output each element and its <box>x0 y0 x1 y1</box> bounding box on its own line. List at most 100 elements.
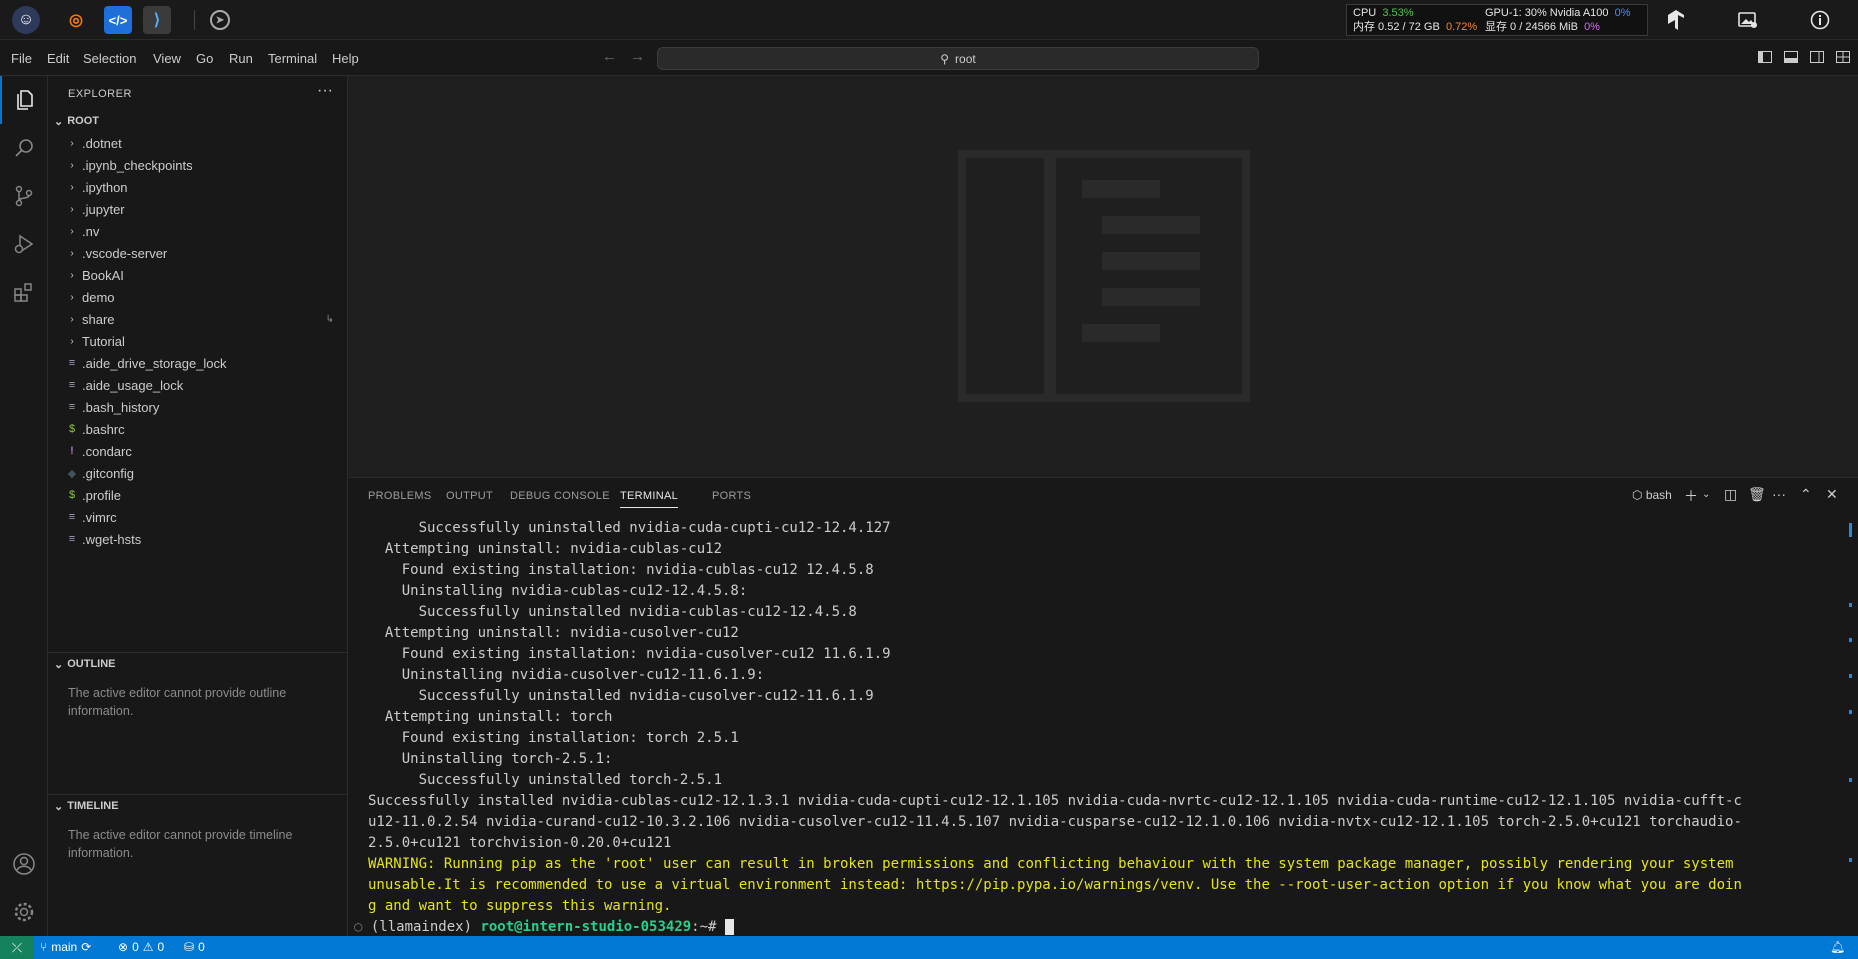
cpu-value: 3.53% <box>1382 7 1414 19</box>
tree-file[interactable]: $ .profile <box>48 484 348 506</box>
tree-folder[interactable]: › .vscode-server <box>48 242 348 264</box>
vram-value: 0% <box>1584 21 1600 33</box>
tab-output[interactable]: OUTPUT <box>446 490 493 502</box>
run-debug-icon[interactable] <box>0 220 48 268</box>
new-terminal-plus-icon[interactable]: ＋ <box>1684 486 1698 506</box>
prompt-env: (llamaindex) <box>370 919 473 935</box>
maximize-panel-icon[interactable]: ⌃ <box>1800 486 1812 503</box>
tree-folder[interactable]: › .ipynb_checkpoints <box>48 154 348 176</box>
chevron-down-icon[interactable]: ⌄ <box>1702 489 1710 500</box>
scroll-decoration <box>1849 638 1852 642</box>
source-control-icon[interactable] <box>0 172 48 220</box>
terminal-shell-selector[interactable]: ⬡ bash <box>1632 488 1672 502</box>
chevron-down-icon: ⌄ <box>54 115 64 128</box>
tree-file[interactable]: ≡ .wget-hsts <box>48 528 348 550</box>
tensorflow-svg <box>1668 10 1684 30</box>
git-branch-icon: ⑂ <box>40 940 48 954</box>
notifications-bell-icon[interactable]: 🔔︎ <box>1830 940 1845 954</box>
forward-arrow-icon[interactable]: → <box>630 48 645 65</box>
outline-empty-message: The active editor cannot provide outline… <box>68 686 287 718</box>
terminal-warning-line: WARNING: Running pip as the 'root' user … <box>368 856 1734 872</box>
tree-folder[interactable]: › demo <box>48 286 348 308</box>
tree-folder[interactable]: › Tutorial <box>48 330 348 352</box>
problems-indicator[interactable]: ⊗ 0 ⚠ 0 <box>118 940 164 954</box>
tree-file[interactable]: ≡ .aide_drive_storage_lock <box>48 352 348 374</box>
chevron-right-icon: › <box>70 335 74 347</box>
manage-gear-icon[interactable] <box>0 888 48 936</box>
terminal-line: Attempting uninstall: torch <box>368 709 613 725</box>
menu-go[interactable]: Go <box>196 51 213 66</box>
tree-file[interactable]: ! .condarc <box>48 440 348 462</box>
tree-folder[interactable]: › .ipython <box>48 176 348 198</box>
tree-file[interactable]: ≡ .aide_usage_lock <box>48 374 348 396</box>
terminal-output[interactable]: Successfully uninstalled nvidia-cuda-cup… <box>354 518 1828 938</box>
tree-folder[interactable]: › .jupyter <box>48 198 348 220</box>
file-icon: ≡ <box>68 511 76 523</box>
run-debug-svg <box>14 234 34 254</box>
tree-file[interactable]: $ .bashrc <box>48 418 348 440</box>
info-icon[interactable] <box>1808 8 1832 32</box>
terminal-line: Found existing installation: nvidia-cuso… <box>368 646 891 662</box>
tree-folder[interactable]: › share ↳ <box>48 308 348 330</box>
extensions-icon[interactable] <box>0 268 48 316</box>
tab-problems[interactable]: PROBLEMS <box>368 490 432 502</box>
terminal-line: Uninstalling nvidia-cublas-cu12-12.4.5.8… <box>368 583 748 599</box>
tree-folder[interactable]: › .nv <box>48 220 348 242</box>
vscode-icon[interactable]: ⟩ <box>143 6 171 34</box>
menu-view[interactable]: View <box>153 51 181 66</box>
tree-file[interactable]: ≡ .vimrc <box>48 506 348 528</box>
split-terminal-icon[interactable]: ◫ <box>1724 486 1737 503</box>
more-actions-icon[interactable]: ··· <box>317 82 333 100</box>
bottom-panel: PROBLEMS OUTPUT DEBUG CONSOLE TERMINAL P… <box>348 477 1858 936</box>
account-icon[interactable] <box>0 840 48 888</box>
tensorflow-icon[interactable] <box>1664 8 1688 32</box>
timeline-header[interactable]: ⌄ TIMELINE <box>48 795 348 817</box>
menu-bar: File Edit Selection View Go Run Terminal… <box>0 40 1858 76</box>
menu-terminal[interactable]: Terminal <box>268 51 317 66</box>
search-icon[interactable] <box>0 124 48 172</box>
remote-indicator-icon[interactable]: ⤫ <box>0 936 34 959</box>
toggle-primary-sidebar-icon[interactable] <box>1756 49 1774 65</box>
command-center-search[interactable]: ⚲ root <box>657 47 1259 70</box>
jupyter-icon[interactable]: ◎ <box>62 6 90 34</box>
tab-debug-console[interactable]: DEBUG CONSOLE <box>510 490 610 502</box>
terminal-prompt[interactable]: ○ (llamaindex) root@intern-studio-053429… <box>354 917 1828 938</box>
root-folder-header[interactable]: ⌄ ROOT <box>48 110 348 132</box>
terminal-line: Found existing installation: torch 2.5.1 <box>368 730 739 746</box>
menu-run[interactable]: Run <box>229 51 253 66</box>
back-arrow-icon[interactable]: ← <box>602 48 617 65</box>
branch-indicator[interactable]: ⑂ main ⟳ <box>40 940 91 954</box>
activity-bar <box>0 76 48 936</box>
tab-ports[interactable]: PORTS <box>712 490 751 502</box>
mem-label: 内存 0.52 / 72 GB <box>1353 21 1440 33</box>
trash-icon[interactable]: 🗑 <box>1748 486 1766 503</box>
tab-terminal[interactable]: TERMINAL <box>620 490 679 508</box>
tree-folder[interactable]: › .dotnet <box>48 132 348 154</box>
menu-selection[interactable]: Selection <box>83 51 136 66</box>
menu-file[interactable]: File <box>11 51 32 66</box>
toggle-panel-icon[interactable] <box>1782 49 1800 65</box>
image-settings-icon[interactable] <box>1736 8 1760 32</box>
scroll-decoration <box>1849 710 1852 714</box>
terminal-line: Found existing installation: nvidia-cubl… <box>368 562 874 578</box>
outline-header[interactable]: ⌄ OUTLINE <box>48 653 348 675</box>
more-actions-icon[interactable]: ··· <box>1772 486 1786 502</box>
file-tree: › .dotnet › .ipynb_checkpoints › .ipython ›… <box>48 132 348 550</box>
symlink-icon: ↳ <box>325 313 334 325</box>
tree-file[interactable]: ◆ .gitconfig <box>48 462 348 484</box>
terminal-line: Successfully installed nvidia-cublas-cu1… <box>368 793 1742 809</box>
tree-file[interactable]: ≡ .bash_history <box>48 396 348 418</box>
menu-help[interactable]: Help <box>332 51 359 66</box>
close-panel-icon[interactable]: ✕ <box>1826 486 1838 503</box>
customize-layout-icon[interactable] <box>1834 49 1852 65</box>
toggle-secondary-sidebar-icon[interactable] <box>1808 49 1826 65</box>
menu-edit[interactable]: Edit <box>47 51 69 66</box>
chevron-right-icon: › <box>70 247 74 259</box>
compass-icon[interactable]: ➤ <box>210 10 230 30</box>
ports-indicator[interactable]: ⛁ 0 <box>184 940 205 954</box>
chevron-right-icon: › <box>70 159 74 171</box>
tree-folder[interactable]: › BookAI <box>48 264 348 286</box>
app-logo-icon[interactable]: ☺ <box>12 6 40 34</box>
vscode-web-icon[interactable]: </> <box>104 6 132 34</box>
explorer-icon[interactable] <box>0 76 48 124</box>
